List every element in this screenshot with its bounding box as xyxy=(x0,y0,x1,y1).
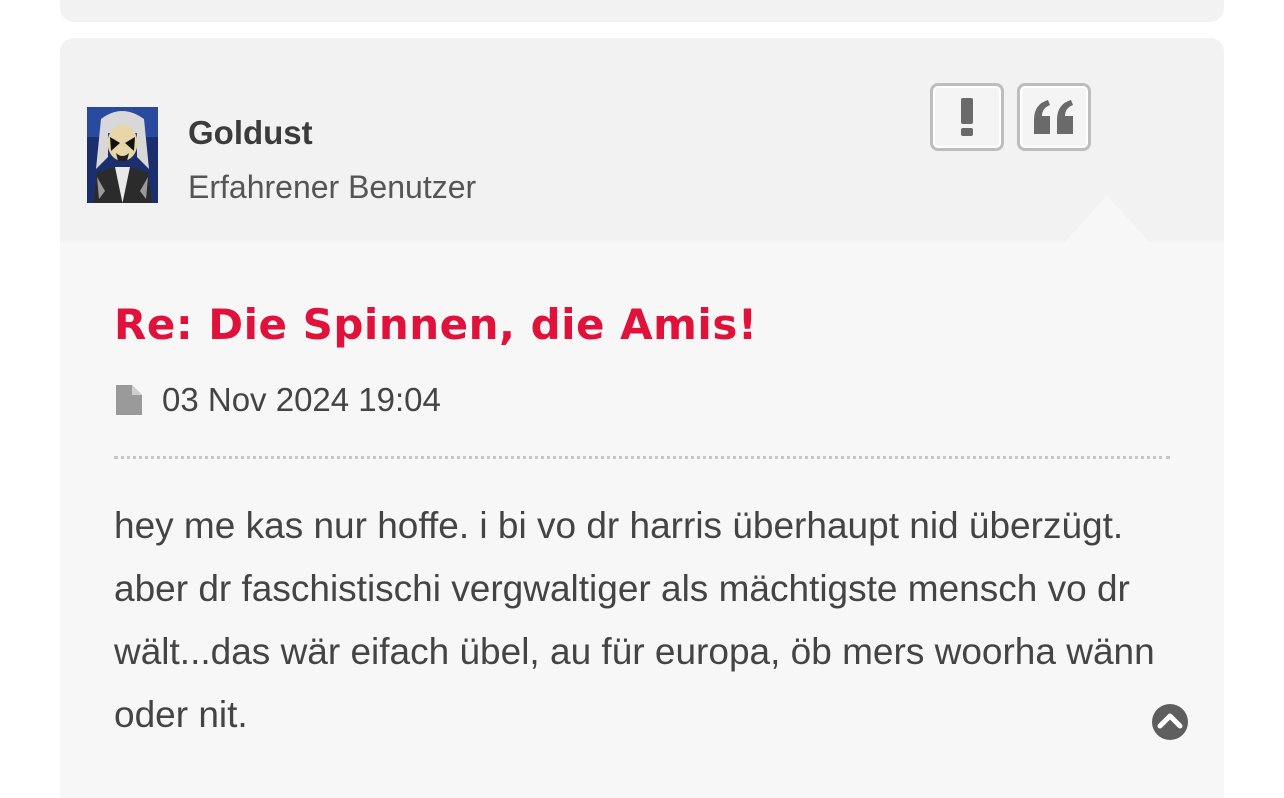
document-icon xyxy=(116,385,142,415)
post-header: Goldust Erfahrener Benutzer xyxy=(60,38,1224,242)
forum-post: Goldust Erfahrener Benutzer Re: Die Spin… xyxy=(60,38,1224,798)
avatar[interactable] xyxy=(87,107,158,203)
quote-icon xyxy=(1034,100,1073,134)
post-meta: 03 Nov 2024 19:04 xyxy=(114,381,441,419)
back-to-top-button[interactable] xyxy=(1151,703,1189,741)
report-button[interactable] xyxy=(930,83,1004,151)
chevron-up-circle-icon xyxy=(1152,704,1188,740)
author-rank: Erfahrener Benutzer xyxy=(188,169,477,205)
exclamation-icon xyxy=(961,98,973,136)
post-date: 03 Nov 2024 19:04 xyxy=(162,381,441,418)
post-title[interactable]: Re: Die Spinnen, die Amis! xyxy=(114,300,757,349)
post-content: hey me kas nur hoffe. i bi vo dr harris … xyxy=(114,505,1155,735)
avatar-image xyxy=(87,107,158,203)
header-notch xyxy=(1064,195,1150,243)
previous-post-card xyxy=(60,0,1224,22)
divider xyxy=(114,456,1170,459)
author-name[interactable]: Goldust xyxy=(188,114,313,152)
quote-button[interactable] xyxy=(1017,83,1091,151)
